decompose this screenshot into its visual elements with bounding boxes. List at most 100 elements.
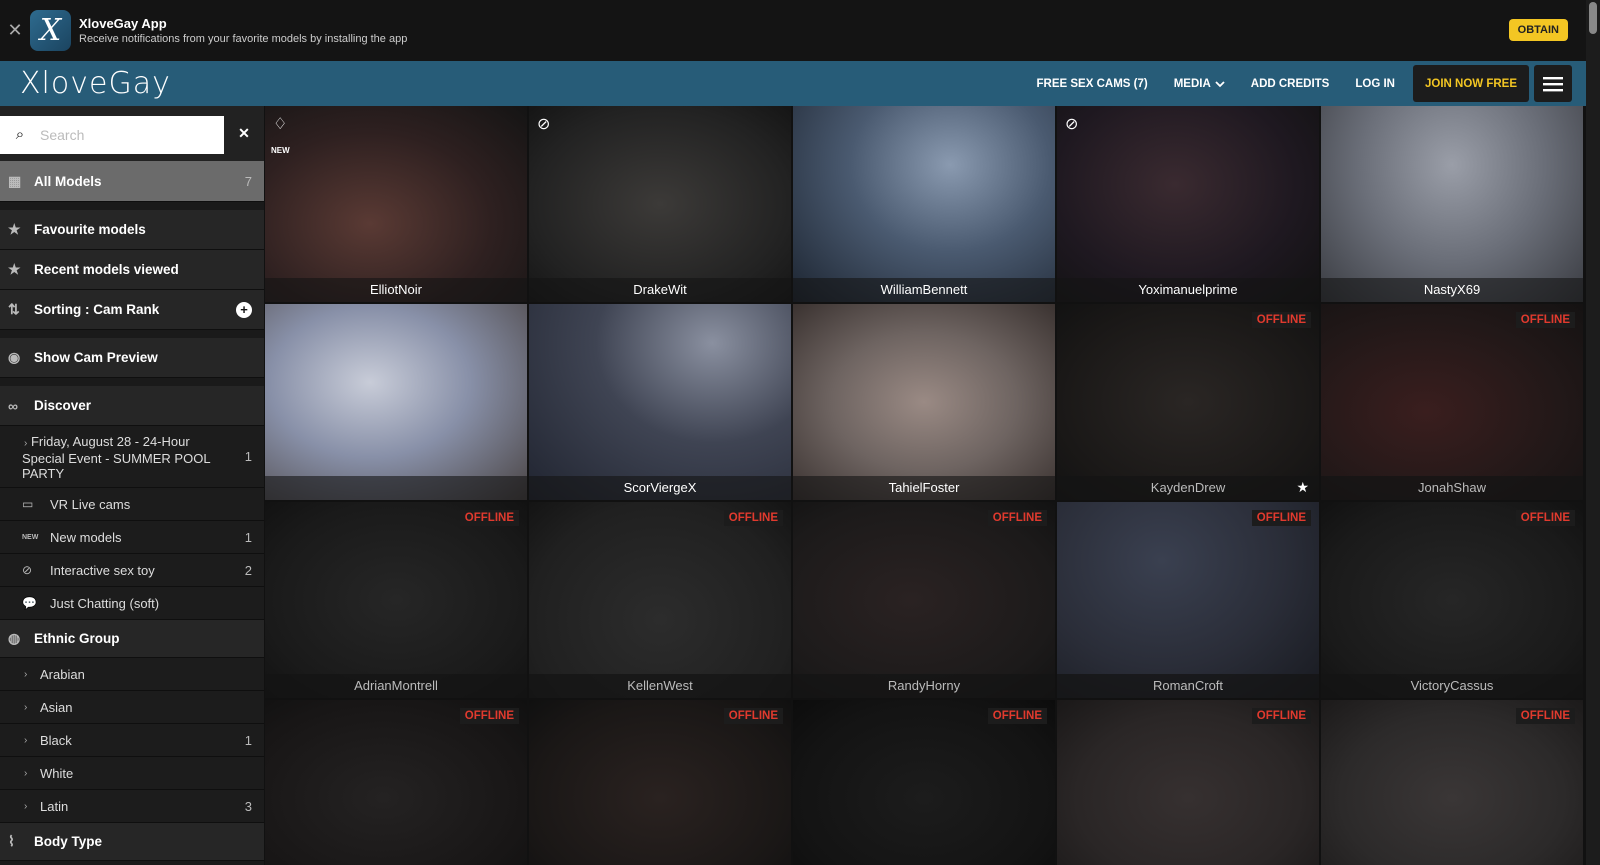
search-row: ⌕ ✕ [0,106,264,161]
search-icon: ⌕ [15,126,25,143]
sidebar-item-cam-preview[interactable]: ◉ Show Cam Preview [0,338,264,378]
ethnic-item-white[interactable]: › White [0,757,264,790]
brand-logo[interactable]: XloveGay [20,66,171,101]
model-tile[interactable] [265,304,527,500]
sidebar-item-discover[interactable]: ∞ Discover [0,386,264,426]
offline-badge: OFFLINE [1515,708,1575,724]
cam-preview [1057,700,1319,865]
scrollbar-thumb[interactable] [1589,2,1597,34]
ethnic-item-black[interactable]: › Black 1 [0,724,264,757]
star-icon: ★ [8,261,21,277]
close-icon[interactable]: ✕ [0,20,30,41]
chevron-down-icon [1215,80,1225,87]
free-cams-link[interactable]: FREE SEX CAMS (7) [1024,78,1161,90]
model-tile[interactable]: OFFLINE [1321,700,1583,865]
cam-preview [793,304,1055,500]
plus-circle-icon[interactable]: + [236,301,252,318]
discover-item-vr[interactable]: ▭ VR Live cams [0,488,264,521]
favourite-star-icon[interactable]: ★ [1296,479,1309,496]
model-tile[interactable]: OFFLINE RandyHorny [793,502,1055,698]
join-button[interactable]: JOIN NOW FREE [1412,65,1529,102]
binoculars-icon: ∞ [8,397,18,414]
offline-badge: OFFLINE [1515,312,1575,328]
scrollbar[interactable] [1586,0,1600,865]
vr-headset-icon: ▭ [22,497,34,511]
cam-preview [265,700,527,865]
model-tile[interactable]: OFFLINE [529,700,791,865]
discover-item-label: New models [50,529,122,545]
chevron-right-icon: › [24,800,28,812]
discover-item-sex-toy[interactable]: ⊘ Interactive sex toy 2 [0,554,264,587]
discover-item-special-event[interactable]: › Friday, August 28 - 24-Hour Special Ev… [0,426,264,488]
cam-preview [1321,304,1583,500]
obtain-button[interactable]: OBTAIN [1508,19,1568,41]
discover-item-just-chatting[interactable]: 💬 Just Chatting (soft) [0,587,264,620]
divider [0,378,264,386]
offline-badge: OFFLINE [459,510,519,526]
chevron-right-icon: › [24,734,28,746]
item-count: 3 [244,798,252,814]
ethnic-item-label: Arabian [40,666,85,682]
model-tile[interactable]: OFFLINE JonahShaw [1321,304,1583,500]
sidebar-item-all-models[interactable]: ▦ All Models 7 [0,161,264,202]
sidebar-item-label: Sorting : Cam Rank [34,302,160,317]
model-tile[interactable]: NastyX69 [1321,106,1583,302]
ethnic-item-label: Black [40,732,72,748]
cam-preview [1057,106,1319,302]
add-credits-link[interactable]: ADD CREDITS [1238,78,1343,90]
sidebar-item-body-type[interactable]: ⌇ Body Type [0,823,264,861]
cam-preview [1057,502,1319,698]
sidebar-item-label: Show Cam Preview [34,350,158,365]
model-name: Yoximanuelprime [1057,278,1319,302]
ethnic-item-label: Latin [40,798,69,814]
search-input[interactable] [40,126,210,143]
cam-preview [793,106,1055,302]
sidebar-item-recent[interactable]: ★ Recent models viewed [0,250,264,290]
sidebar: ⌕ ✕ ▦ All Models 7 ★ Favourite models ★ … [0,106,264,865]
model-tile[interactable]: OFFLINE [793,700,1055,865]
discover-item-label: Just Chatting (soft) [50,595,160,611]
model-tile[interactable]: OFFLINE AdrianMontrell [265,502,527,698]
sidebar-item-favourites[interactable]: ★ Favourite models [0,210,264,250]
hamburger-menu-button[interactable] [1534,65,1572,102]
sidebar-item-label: Favourite models [34,222,146,237]
model-tile[interactable]: ♢ NEW ElliotNoir [265,106,527,302]
model-tile[interactable]: OFFLINE KellenWest [529,502,791,698]
ethnic-item-arabian[interactable]: › Arabian [0,658,264,691]
ethnic-item-label: Asian [40,699,73,715]
model-tile[interactable]: ⊘ DrakeWit [529,106,791,302]
model-tile[interactable]: OFFLINE KaydenDrew ★ [1057,304,1319,500]
model-tile[interactable]: OFFLINE VictoryCassus [1321,502,1583,698]
chevron-right-icon: › [24,668,28,680]
sidebar-item-label: Body Type [34,834,103,849]
model-tile[interactable]: OFFLINE RomanCroft [1057,502,1319,698]
model-name: ScorViergeX [529,476,791,500]
cam-preview [1321,700,1583,865]
hamburger-icon [1543,76,1563,91]
media-menu[interactable]: MEDIA [1161,78,1238,90]
discover-item-label: VR Live cams [50,496,131,512]
ethnic-item-latin[interactable]: › Latin 3 [0,790,264,823]
toy-icon: ♢ [273,116,288,133]
offline-badge: OFFLINE [723,510,783,526]
chevron-right-icon: › [24,767,28,779]
toy-icon: ⊘ [1065,116,1079,133]
nav-links: FREE SEX CAMS (7) MEDIA ADD CREDITS LOG … [1024,61,1572,106]
sidebar-item-sorting[interactable]: ⇅ Sorting : Cam Rank + [0,290,264,330]
model-tile[interactable]: OFFLINE [1057,700,1319,865]
chat-bubbles-icon: 💬 [22,596,37,610]
model-tile[interactable]: ScorViergeX [529,304,791,500]
cam-preview [265,502,527,698]
model-tile[interactable]: WilliamBennett [793,106,1055,302]
discover-item-text: Friday, August 28 - 24-Hour Special Even… [22,434,211,481]
model-tile[interactable]: ⊘ Yoximanuelprime [1057,106,1319,302]
sort-icon: ⇅ [8,301,20,317]
sidebar-item-label: Discover [34,398,92,413]
clear-search-icon[interactable]: ✕ [224,125,264,142]
discover-item-new-models[interactable]: NEW New models 1 [0,521,264,554]
model-tile[interactable]: TahielFoster [793,304,1055,500]
ethnic-item-asian[interactable]: › Asian [0,691,264,724]
sidebar-item-ethnic-group[interactable]: ◍ Ethnic Group [0,620,264,658]
model-tile[interactable]: OFFLINE [265,700,527,865]
login-link[interactable]: LOG IN [1342,78,1408,90]
